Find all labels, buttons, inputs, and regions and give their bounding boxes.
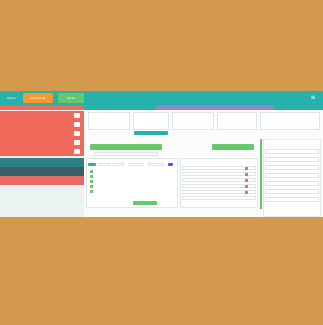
sidebar-header <box>0 105 84 110</box>
count-badge <box>74 122 80 127</box>
count-badge <box>74 149 80 154</box>
filter-chip[interactable] <box>128 163 144 166</box>
details-box <box>260 112 320 130</box>
sidebar-item[interactable] <box>0 120 84 129</box>
filter-chip[interactable] <box>148 163 164 166</box>
sidebar <box>0 105 84 217</box>
details-box <box>133 112 169 130</box>
filter-chip[interactable] <box>98 163 110 166</box>
count-badge <box>74 113 80 118</box>
background-band-top <box>0 0 323 91</box>
check-icon <box>90 175 93 178</box>
status-icon <box>245 190 248 194</box>
details-box <box>88 112 130 130</box>
filter-chip[interactable] <box>112 163 124 166</box>
check-icon <box>90 190 93 193</box>
tab-tasks[interactable]: Tasks <box>58 93 84 103</box>
secondary-action-button[interactable] <box>212 144 254 150</box>
info-field[interactable] <box>265 197 319 202</box>
filter-button[interactable] <box>88 163 96 166</box>
save-button[interactable] <box>133 201 157 205</box>
list-item[interactable] <box>90 180 94 183</box>
details-box <box>217 112 257 130</box>
background-band-bottom <box>0 217 323 325</box>
tab-leads-list[interactable]: Leads List <box>23 93 53 103</box>
app-screenshot: Home Leads List Tasks ≡ <box>0 91 323 217</box>
section-header-accent <box>156 105 274 110</box>
status-icon <box>245 166 248 170</box>
info-field[interactable] <box>265 165 319 170</box>
primary-action-button[interactable] <box>90 144 162 150</box>
sidebar-item[interactable] <box>0 129 84 138</box>
info-field[interactable] <box>265 149 319 154</box>
sidebar-item[interactable] <box>0 147 84 156</box>
search-input[interactable] <box>94 152 158 156</box>
check-icon <box>90 170 93 173</box>
info-field[interactable] <box>265 157 319 162</box>
action-button[interactable] <box>134 131 168 135</box>
status-icon <box>245 172 248 176</box>
check-icon <box>90 180 93 183</box>
panel-divider <box>260 139 262 209</box>
check-icon <box>90 185 93 188</box>
section-header <box>274 105 323 110</box>
list-item[interactable] <box>90 175 94 178</box>
sidebar-item[interactable] <box>0 167 84 176</box>
list-item[interactable] <box>90 185 94 188</box>
info-field[interactable] <box>265 173 319 178</box>
details-box <box>172 112 214 130</box>
sidebar-item[interactable] <box>0 158 84 167</box>
count-badge <box>74 140 80 145</box>
info-field[interactable] <box>265 189 319 194</box>
sidebar-item[interactable] <box>0 111 84 120</box>
info-field[interactable] <box>265 181 319 186</box>
section-header <box>84 105 156 110</box>
list-item-row[interactable] <box>182 196 256 200</box>
sidebar-item[interactable] <box>0 138 84 147</box>
apply-button[interactable] <box>168 163 173 166</box>
list-item[interactable] <box>90 190 94 193</box>
top-navigation-bar: Home Leads List Tasks ≡ <box>0 91 323 105</box>
status-icon <box>245 178 248 182</box>
tab-home[interactable]: Home <box>3 93 19 103</box>
hamburger-icon[interactable]: ≡ <box>309 94 317 102</box>
list-item[interactable] <box>90 170 94 173</box>
count-badge <box>74 131 80 136</box>
sidebar-item[interactable] <box>0 176 84 185</box>
status-icon <box>245 184 248 188</box>
